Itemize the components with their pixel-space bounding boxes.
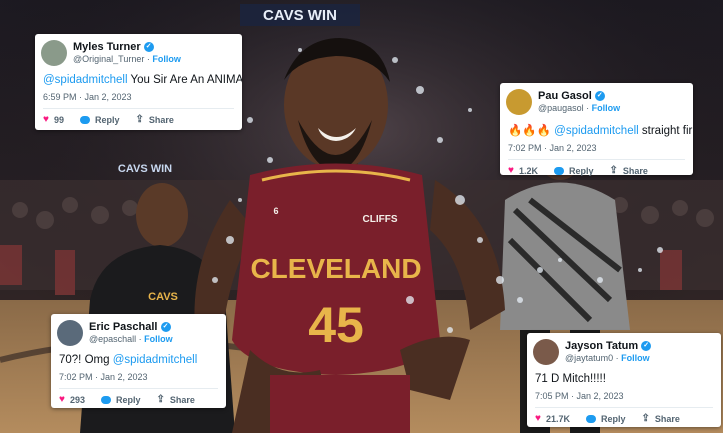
mention-link[interactable]: @spidadmitchell <box>43 74 128 86</box>
author-handle[interactable]: @jaytatum0 <box>565 353 613 363</box>
follow-button[interactable]: Follow <box>144 334 173 344</box>
reply-button[interactable]: Reply <box>585 414 625 424</box>
avatar[interactable] <box>506 89 532 115</box>
arena-sign: CAVS WIN <box>263 7 337 24</box>
share-button[interactable]: ⇪ Share <box>135 114 173 125</box>
tweet-header: Pau Gasol ✓ @paugasol · Follow <box>500 83 693 115</box>
share-icon: ⇪ <box>135 114 144 125</box>
tweet-text: 🔥🔥🔥 @spidadmitchell straight fir <box>508 125 693 137</box>
author-name[interactable]: Pau Gasol <box>538 90 592 102</box>
avatar[interactable] <box>41 40 67 66</box>
tweet-timestamp[interactable]: 7:02 PM · Jan 2, 2023 <box>51 366 226 382</box>
author-name[interactable]: Eric Paschall <box>89 321 158 333</box>
like-count: 1.2K <box>518 165 538 176</box>
reply-icon <box>79 115 90 124</box>
share-icon: ⇪ <box>641 413 650 424</box>
tweet-actions: ♥ 1.2K Reply ⇪ Share <box>500 160 693 181</box>
tweet-card-pau-gasol[interactable]: Pau Gasol ✓ @paugasol · Follow 🔥🔥🔥 @spida… <box>500 83 693 176</box>
tweet-card-eric-paschall[interactable]: Eric Paschall ✓ @epaschall · Follow 70?! … <box>51 314 226 408</box>
reply-icon <box>100 395 111 404</box>
follow-button[interactable]: Follow <box>152 54 181 64</box>
share-button[interactable]: ⇪ Share <box>609 165 647 176</box>
tweet-timestamp[interactable]: 7:02 PM · Jan 2, 2023 <box>500 137 693 153</box>
tweet-card-jayson-tatum[interactable]: Jayson Tatum ✓ @jaytatum0 · Follow 71 D M… <box>527 333 721 427</box>
heart-icon: ♥ <box>535 413 541 424</box>
author-handle[interactable]: @paugasol <box>538 103 584 113</box>
jersey-number: 45 <box>308 297 364 353</box>
tweet-text: @spidadmitchell You Sir Are An ANIMAL <box>43 74 242 86</box>
heart-icon: ♥ <box>508 165 514 176</box>
mention-link[interactable]: @spidadmitchell <box>113 354 198 366</box>
tweet-header: Jayson Tatum ✓ @jaytatum0 · Follow <box>527 333 721 365</box>
like-count: 99 <box>53 114 64 125</box>
reply-icon <box>585 414 596 423</box>
tweet-header: Myles Turner ✓ @Original_Turner · Follow <box>35 34 242 66</box>
author-handle[interactable]: @Original_Turner <box>73 54 144 64</box>
follow-button[interactable]: Follow <box>621 353 650 363</box>
avatar[interactable] <box>533 339 559 365</box>
arena-sign-small: CAVS WIN <box>118 163 172 175</box>
avatar[interactable] <box>57 320 83 346</box>
jersey-sponsor: CLIFFS <box>363 214 398 225</box>
share-icon: ⇪ <box>156 394 165 405</box>
like-button[interactable]: ♥ 293 <box>59 394 85 405</box>
verified-icon: ✓ <box>160 322 171 332</box>
author-name[interactable]: Jayson Tatum <box>565 340 638 352</box>
tweet-actions: ♥ 293 Reply ⇪ Share <box>51 389 226 410</box>
reply-icon <box>553 166 564 175</box>
jersey-team: CLEVELAND <box>250 253 421 284</box>
author-name[interactable]: Myles Turner <box>73 41 141 53</box>
like-button[interactable]: ♥ 21.7K <box>535 413 570 424</box>
tweet-timestamp[interactable]: 6:59 PM · Jan 2, 2023 <box>35 86 242 102</box>
share-button[interactable]: ⇪ Share <box>156 394 194 405</box>
like-count: 293 <box>69 394 85 405</box>
like-button[interactable]: ♥ 1.2K <box>508 165 538 176</box>
tweet-actions: ♥ 99 Reply ⇪ Share <box>35 109 242 130</box>
coach-shirt-text: CAVS <box>148 291 178 303</box>
heart-icon: ♥ <box>43 114 49 125</box>
follow-button[interactable]: Follow <box>592 103 621 113</box>
heart-icon: ♥ <box>59 394 65 405</box>
verified-icon: ✓ <box>594 91 605 101</box>
share-button[interactable]: ⇪ Share <box>641 413 679 424</box>
tweet-text: 70?! Omg @spidadmitchell <box>59 354 198 366</box>
tweet-header: Eric Paschall ✓ @epaschall · Follow <box>51 314 226 346</box>
share-icon: ⇪ <box>609 165 618 176</box>
mention-link[interactable]: @spidadmitchell <box>554 125 639 137</box>
tweet-text: 71 D Mitch!!!!! <box>535 373 606 385</box>
tweet-actions: ♥ 21.7K Reply ⇪ Share <box>527 408 721 429</box>
jersey-patch: 6 <box>273 206 278 216</box>
tweet-card-myles-turner[interactable]: Myles Turner ✓ @Original_Turner · Follow … <box>35 34 242 130</box>
like-count: 21.7K <box>545 413 570 424</box>
reply-button[interactable]: Reply <box>553 166 593 176</box>
author-handle[interactable]: @epaschall <box>89 334 136 344</box>
reply-button[interactable]: Reply <box>79 115 119 125</box>
reply-button[interactable]: Reply <box>100 395 140 405</box>
like-button[interactable]: ♥ 99 <box>43 114 64 125</box>
verified-icon: ✓ <box>143 42 154 52</box>
verified-icon: ✓ <box>641 341 652 351</box>
tweet-timestamp[interactable]: 7:05 PM · Jan 2, 2023 <box>527 385 721 401</box>
